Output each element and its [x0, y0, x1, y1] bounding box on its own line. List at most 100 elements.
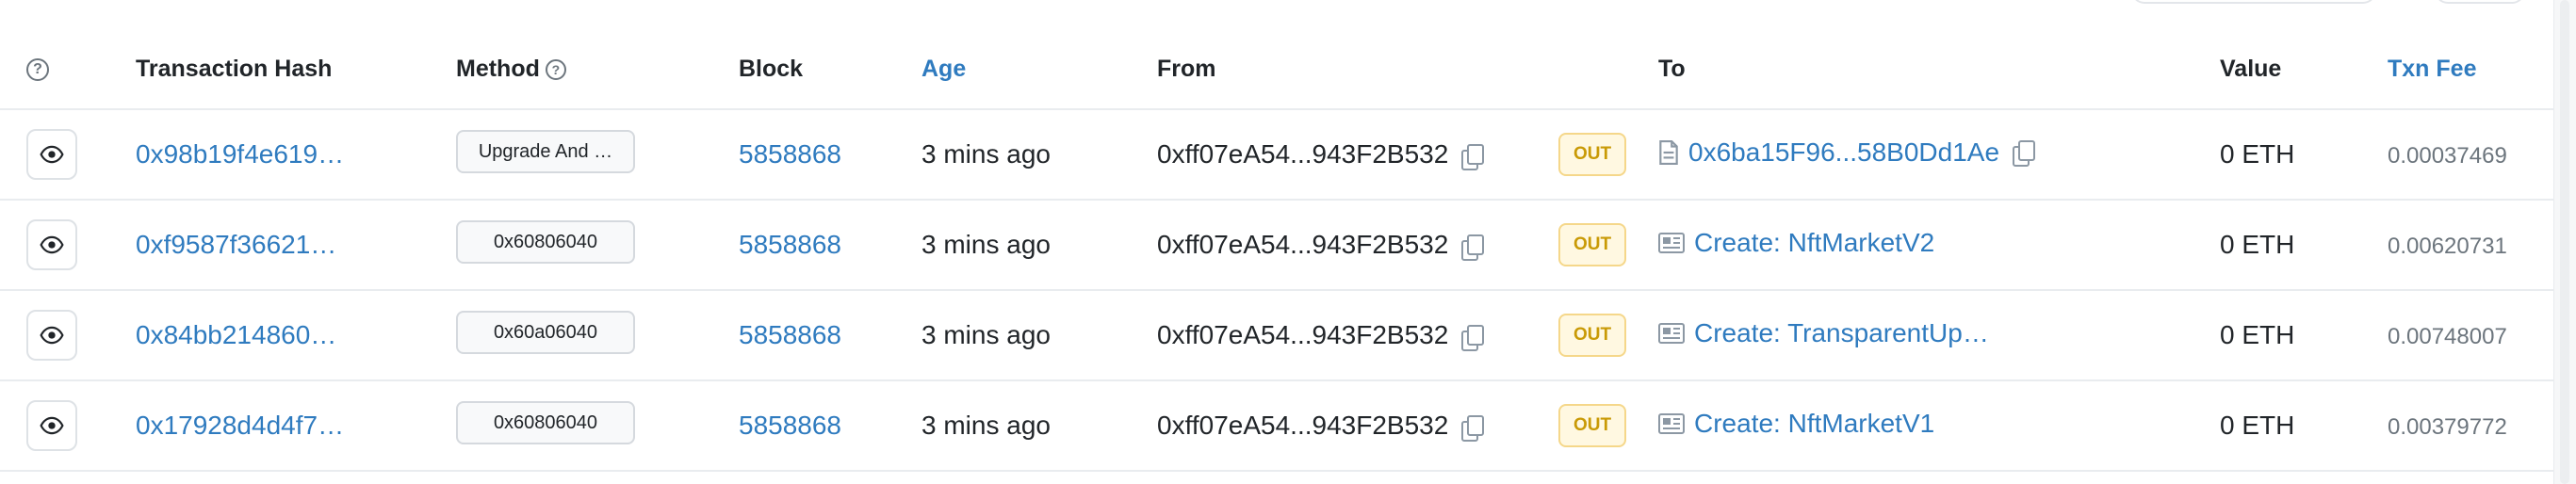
copy-icon[interactable] — [1461, 143, 1485, 170]
txn-fee-text: 0.00620731 — [2388, 234, 2507, 259]
transactions-table: ? Transaction Hash Method ? Block Age Fr… — [0, 0, 2553, 472]
copy-icon[interactable] — [2013, 140, 2036, 167]
header-method: Method ? — [456, 0, 739, 109]
cell-value: 0 ETH — [2220, 380, 2388, 471]
cell-hash: 0x98b19f4e619… — [136, 109, 456, 200]
method-badge: 0x60806040 — [456, 219, 635, 264]
cell-from: 0xff07eA54...943F2B532 — [1157, 290, 1558, 380]
method-badge: 0x60806040 — [456, 400, 635, 444]
table-row: 0x98b19f4e619… Upgrade And … 5858868 3 mins… — [0, 109, 2553, 200]
scrollbar-thumb[interactable] — [2560, 0, 2569, 484]
cell-method: 0x60a06040 — [456, 290, 739, 380]
contract-icon — [1658, 411, 1685, 436]
header-method-label: Method — [456, 56, 540, 82]
cell-age: 3 mins ago — [921, 380, 1157, 471]
header-value: Value — [2220, 56, 2282, 82]
to-address-link[interactable]: Create: NftMarketV2 — [1694, 228, 1934, 258]
cell-hash: 0xf9587f36621… — [136, 200, 456, 290]
age-text: 3 mins ago — [921, 411, 1051, 440]
header-txn-fee-toggle[interactable]: Txn Fee — [2388, 0, 2553, 109]
direction-badge: OUT — [1558, 133, 1626, 176]
cell-hash: 0x84bb214860… — [136, 290, 456, 380]
view-details-button[interactable] — [26, 129, 77, 180]
txn-fee-text: 0.00037469 — [2388, 143, 2507, 169]
from-address: 0xff07eA54...943F2B532 — [1157, 411, 1449, 440]
cell-block: 5858868 — [739, 109, 921, 200]
age-text: 3 mins ago — [921, 139, 1051, 169]
eye-icon — [40, 323, 64, 347]
cell-to: 0x6ba15F96...58B0Dd1Ae — [1658, 109, 2220, 200]
eye-icon — [40, 413, 64, 438]
table-header-row: ? Transaction Hash Method ? Block Age Fr… — [0, 0, 2553, 109]
cell-from: 0xff07eA54...943F2B532 — [1157, 109, 1558, 200]
cell-age: 3 mins ago — [921, 200, 1157, 290]
header-direction — [1558, 0, 1658, 109]
cell-value: 0 ETH — [2220, 290, 2388, 380]
header-to: To — [1658, 56, 1686, 82]
header-from: From — [1157, 56, 1216, 82]
cell-value: 0 ETH — [2220, 109, 2388, 200]
block-link[interactable]: 5858868 — [739, 411, 841, 440]
value-text: 0 ETH — [2220, 411, 2295, 440]
header-block: Block — [739, 56, 804, 82]
header-age-toggle[interactable]: Age — [921, 0, 1157, 109]
cell-age: 3 mins ago — [921, 109, 1157, 200]
cell-method: 0x60806040 — [456, 380, 739, 471]
header-help: ? — [0, 0, 136, 109]
value-text: 0 ETH — [2220, 139, 2295, 169]
transactions-page: ? Transaction Hash Method ? Block Age Fr… — [0, 0, 2576, 484]
header-transaction-hash: Transaction Hash — [136, 56, 333, 82]
question-circle-icon[interactable]: ? — [26, 58, 49, 82]
cell-to: Create: NftMarketV1 — [1658, 380, 2220, 471]
age-text: 3 mins ago — [921, 230, 1051, 259]
cell-block: 5858868 — [739, 200, 921, 290]
view-details-button[interactable] — [26, 219, 77, 270]
transaction-hash-link[interactable]: 0xf9587f36621… — [136, 230, 336, 259]
cell-view — [0, 290, 136, 380]
block-link[interactable]: 5858868 — [739, 230, 841, 259]
block-link[interactable]: 5858868 — [739, 320, 841, 349]
to-address-link[interactable]: Create: TransparentUp… — [1694, 318, 1989, 348]
cell-block: 5858868 — [739, 380, 921, 471]
table-row: 0x17928d4d4f7… 0x60806040 5858868 3 mins ag… — [0, 380, 2553, 471]
transaction-hash-link[interactable]: 0x98b19f4e619… — [136, 139, 344, 169]
copy-icon[interactable] — [1461, 324, 1485, 351]
txn-fee-text: 0.00379772 — [2388, 414, 2507, 440]
block-link[interactable]: 5858868 — [739, 139, 841, 169]
from-address: 0xff07eA54...943F2B532 — [1157, 320, 1449, 349]
method-help-icon[interactable]: ? — [545, 58, 566, 80]
copy-icon[interactable] — [1461, 414, 1485, 442]
cell-fee: 0.00620731 — [2388, 200, 2553, 290]
copy-icon[interactable] — [1461, 234, 1485, 261]
cell-fee: 0.00379772 — [2388, 380, 2553, 471]
txn-fee-text: 0.00748007 — [2388, 324, 2507, 349]
to-address-link[interactable]: 0x6ba15F96...58B0Dd1Ae — [1688, 137, 1999, 168]
eye-icon — [40, 233, 64, 257]
cell-direction: OUT — [1558, 109, 1658, 200]
to-address-link[interactable]: Create: NftMarketV1 — [1694, 409, 1934, 439]
view-details-button[interactable] — [26, 310, 77, 361]
table-row: 0xf9587f36621… 0x60806040 5858868 3 mins ag… — [0, 200, 2553, 290]
cell-view — [0, 109, 136, 200]
vertical-scrollbar[interactable] — [2553, 0, 2576, 484]
cell-block: 5858868 — [739, 290, 921, 380]
cell-from: 0xff07eA54...943F2B532 — [1157, 380, 1558, 471]
cell-hash: 0x17928d4d4f7… — [136, 380, 456, 471]
contract-icon — [1658, 231, 1685, 255]
direction-badge: OUT — [1558, 314, 1626, 357]
table-row: 0x84bb214860… 0x60a06040 5858868 3 mins ago… — [0, 290, 2553, 380]
value-text: 0 ETH — [2220, 230, 2295, 259]
cell-fee: 0.00037469 — [2388, 109, 2553, 200]
eye-icon — [40, 142, 64, 167]
from-address: 0xff07eA54...943F2B532 — [1157, 139, 1449, 169]
cell-method: 0x60806040 — [456, 200, 739, 290]
method-badge: 0x60a06040 — [456, 310, 635, 354]
cell-view — [0, 200, 136, 290]
cell-value: 0 ETH — [2220, 200, 2388, 290]
method-badge: Upgrade And … — [456, 129, 635, 173]
cell-to: Create: TransparentUp… — [1658, 290, 2220, 380]
transaction-hash-link[interactable]: 0x17928d4d4f7… — [136, 411, 344, 440]
view-details-button[interactable] — [26, 400, 77, 451]
cell-fee: 0.00748007 — [2388, 290, 2553, 380]
transaction-hash-link[interactable]: 0x84bb214860… — [136, 320, 336, 349]
